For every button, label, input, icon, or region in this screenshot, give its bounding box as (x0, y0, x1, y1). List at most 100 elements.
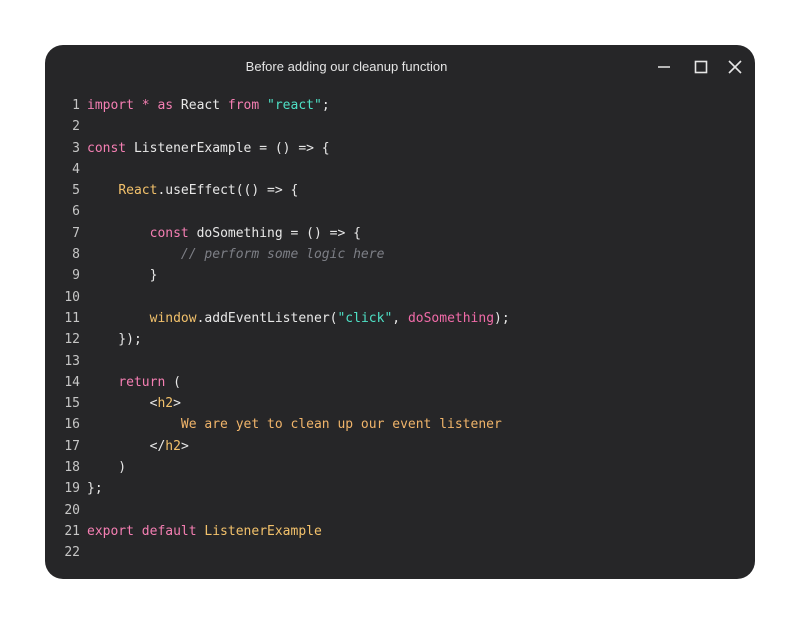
code-token: > (173, 396, 181, 412)
code-token: < (87, 396, 158, 412)
code-token: window (149, 310, 197, 326)
code-line: 11 window.addEventListener("click", doSo… (45, 308, 755, 329)
window-title: Before adding our cleanup function (245, 59, 448, 74)
line-source: We are yet to clean up our event listene… (87, 414, 502, 435)
line-number: 8 (72, 247, 80, 263)
line-number: 15 (64, 396, 80, 412)
code-token: React (180, 98, 228, 113)
code-editor: 1 import * as React from "react"; 2 3 const … (45, 95, 755, 564)
code-line: 5 React.useEffect(() => { (45, 180, 755, 201)
code-window: Before adding our cleanup function 1 impo… (45, 45, 755, 579)
line-source: React.useEffect(() => { (87, 180, 298, 201)
code-line: 9 } (45, 265, 755, 286)
code-line: 2 (45, 116, 755, 137)
code-line: 21 export default ListenerExample (45, 521, 755, 542)
code-token: React (118, 183, 158, 199)
line-source: ) (87, 457, 126, 478)
close-button[interactable] (725, 58, 745, 76)
code-line: 20 (45, 500, 755, 521)
code-token: </ (87, 438, 166, 454)
line-number: 6 (72, 204, 80, 220)
code-token: ListenerExample (204, 523, 322, 539)
code-token: "click" (337, 310, 393, 326)
code-line: 6 (45, 201, 755, 222)
code-token: const (149, 225, 197, 241)
code-line: 15 <h2> (45, 393, 755, 414)
line-number: 1 (72, 98, 80, 113)
line-source: const doSomething = () => { (87, 223, 361, 244)
line-number: 5 (72, 183, 80, 199)
line-source: }); (87, 329, 142, 350)
line-number: 12 (64, 332, 80, 348)
code-line: 19}; (45, 478, 755, 499)
code-line: 13 (45, 351, 755, 372)
line-source: export default ListenerExample (87, 521, 322, 542)
code-token: }; (87, 481, 103, 497)
line-number: 19 (64, 481, 80, 497)
code-line: 14 return ( (45, 372, 755, 393)
line-number: 20 (64, 502, 80, 518)
code-token: ; (321, 98, 330, 113)
line-number: 2 (72, 119, 80, 135)
line-source: // perform some logic here (87, 244, 385, 265)
code-token: , (392, 310, 408, 326)
code-token: ( (173, 374, 181, 390)
code-line: 8 // perform some logic here (45, 244, 755, 265)
code-line: 18 ) (45, 457, 755, 478)
line-number: 7 (72, 225, 80, 241)
code-token: import * as (87, 98, 181, 113)
code-token: const (87, 140, 134, 156)
code-token: h2 (157, 396, 174, 412)
title-bar: Before adding our cleanup function (45, 45, 755, 91)
line-number: 4 (72, 161, 80, 177)
line-number: 13 (64, 353, 80, 369)
line-number: 9 (72, 268, 80, 284)
code-token: "react" (267, 98, 322, 113)
code-line: 3 const ListenerExample = () => { (45, 138, 755, 159)
line-source: window.addEventListener("click", doSomet… (87, 308, 510, 329)
line-number: 22 (64, 545, 80, 561)
code-line: 1 import * as React from "react"; (45, 95, 755, 116)
code-line: 4 (45, 159, 755, 180)
code-line: 7 const doSomething = () => { (45, 223, 755, 244)
close-icon (728, 60, 742, 74)
code-token: doSomething (407, 310, 495, 326)
code-token: doSomething = () => { (196, 225, 361, 241)
line-source: }; (87, 478, 103, 499)
line-source: } (87, 265, 158, 286)
code-line: 22 (45, 542, 755, 563)
code-token: from (227, 98, 268, 113)
code-token: .useEffect(() => { (157, 183, 299, 199)
code-token: // perform some logic here (180, 247, 385, 263)
code-token: ); (494, 310, 510, 326)
code-token: }); (87, 332, 142, 348)
line-source: <h2> (87, 393, 181, 414)
code-token: .addEventListener( (196, 310, 338, 326)
line-number: 18 (64, 460, 80, 476)
code-token: > (180, 438, 189, 454)
line-source: </h2> (87, 436, 189, 457)
maximize-button[interactable] (691, 58, 711, 76)
line-source: const ListenerExample = () => { (87, 138, 330, 159)
line-number: 10 (64, 289, 80, 305)
line-source: return ( (87, 372, 181, 393)
code-line: 17 </h2> (45, 436, 755, 457)
code-token: h2 (165, 438, 181, 454)
code-token: return (118, 374, 174, 390)
code-token: We are yet to clean up our event listene… (180, 417, 502, 433)
line-number: 16 (64, 417, 80, 433)
line-number: 14 (64, 374, 80, 390)
line-source: import * as React from "react"; (87, 95, 330, 116)
maximize-icon (694, 60, 708, 74)
line-number: 21 (64, 523, 80, 539)
minimize-icon (658, 66, 670, 68)
line-number: 3 (72, 140, 80, 156)
code-token: export default (87, 523, 205, 539)
minimize-button[interactable] (654, 58, 674, 76)
